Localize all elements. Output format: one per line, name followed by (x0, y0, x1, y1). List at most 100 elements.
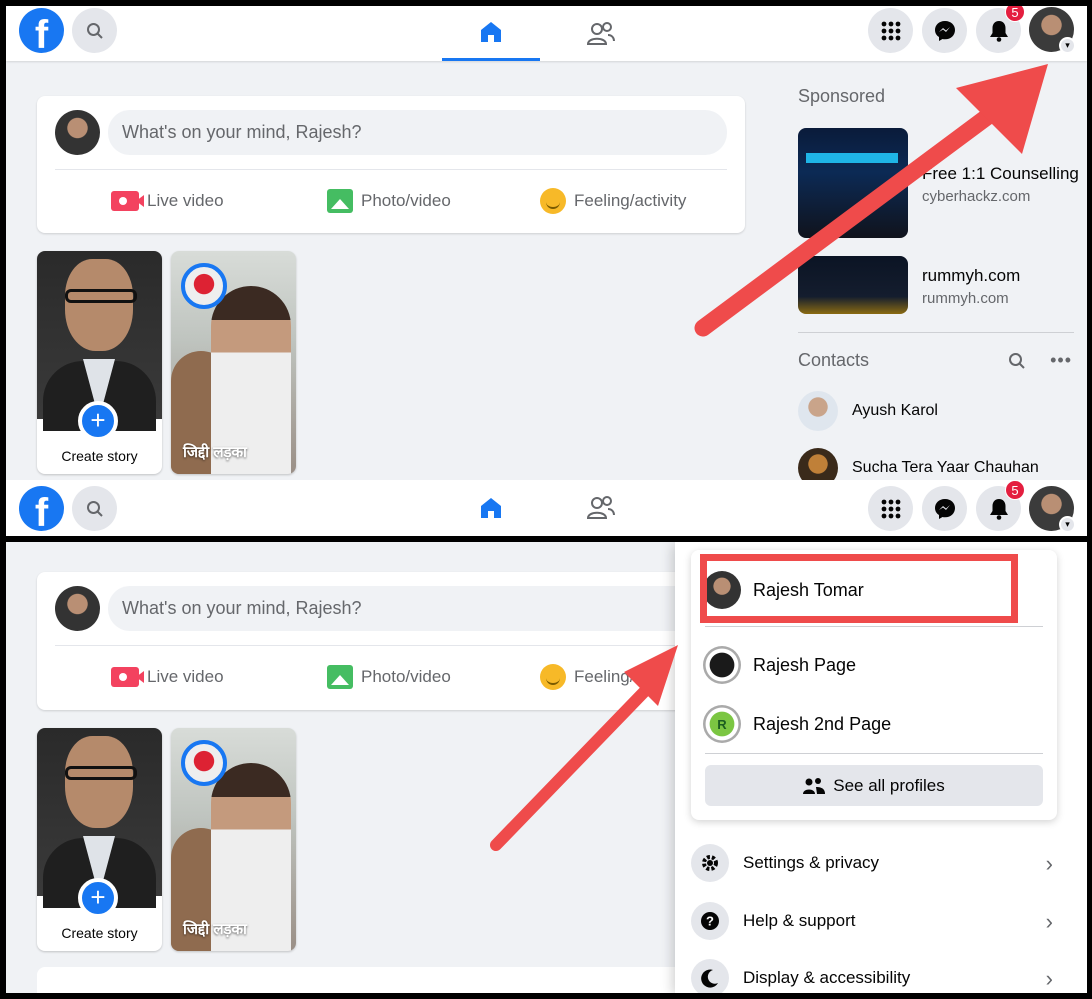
feed-post-card (37, 967, 745, 993)
chevron-right-icon: › (1045, 966, 1053, 991)
messenger-button[interactable] (922, 486, 967, 531)
svg-text:?: ? (706, 914, 714, 929)
tab-friends[interactable] (552, 6, 650, 61)
bell-icon (989, 20, 1008, 42)
photo-video-button[interactable]: Photo/video (327, 186, 451, 216)
story-avatar (181, 263, 227, 309)
page-name: Rajesh Page (753, 654, 857, 675)
contact-item[interactable]: Ayush Karol (798, 391, 938, 431)
status-input[interactable]: What's on your mind, Rajesh? (108, 110, 727, 155)
plus-icon[interactable]: + (78, 401, 118, 441)
feeling-activity-label: Feeling/activity (574, 191, 687, 210)
photo-video-label: Photo/video (361, 191, 451, 210)
account-avatar-button[interactable]: ▾ (1029, 486, 1076, 533)
create-story-card[interactable]: + Create story (37, 251, 162, 474)
moon-icon (691, 959, 729, 993)
chevron-down-icon: ▾ (1059, 516, 1076, 533)
help-support-item[interactable]: ? Help & support › (691, 899, 1057, 943)
see-all-profiles-button[interactable]: See all profiles (705, 765, 1043, 806)
friends-icon (587, 495, 615, 519)
live-video-icon (111, 667, 144, 687)
facebook-logo[interactable]: f (19, 8, 64, 53)
home-icon (481, 497, 501, 518)
avatar[interactable] (55, 586, 100, 631)
search-button[interactable] (72, 486, 117, 531)
friend-story-card[interactable]: जिद्दी लड़का (171, 251, 296, 474)
live-video-icon (111, 191, 144, 211)
feed-screenshot-bottom: What's on your mind, Rajesh? Live video … (6, 542, 1087, 993)
bell-icon (989, 498, 1008, 520)
search-icon (86, 500, 103, 517)
live-video-label: Live video (147, 667, 224, 686)
settings-privacy-label: Settings & privacy (743, 853, 880, 872)
tab-home[interactable] (442, 6, 540, 61)
gear-icon (691, 844, 729, 882)
display-accessibility-label: Display & accessibility (743, 968, 911, 987)
divider (705, 753, 1043, 754)
story-photo (37, 728, 162, 908)
plus-icon[interactable]: + (78, 878, 118, 918)
chevron-right-icon: › (1045, 909, 1053, 934)
ad-title: Free 1:1 Counselling (922, 164, 1079, 183)
more-options-icon[interactable]: ••• (1050, 350, 1072, 371)
divider (55, 169, 727, 170)
search-icon[interactable] (1008, 352, 1026, 370)
contact-name: Ayush Karol (852, 402, 938, 419)
page-avatar: R (703, 705, 741, 743)
story-avatar (181, 740, 227, 786)
notifications-button[interactable]: 5 (976, 6, 1025, 53)
annotation-highlight-box (700, 554, 1018, 623)
notification-badge: 5 (1005, 480, 1025, 500)
display-accessibility-item[interactable]: Display & accessibility › (691, 956, 1057, 993)
ad-url: rummyh.com (922, 290, 1009, 307)
divider (55, 645, 727, 646)
contact-item[interactable]: Sucha Tera Yaar Chauhan (798, 448, 1039, 480)
home-icon (481, 22, 501, 42)
avatar[interactable] (55, 110, 100, 155)
search-button[interactable] (72, 8, 117, 53)
post-composer: What's on your mind, Rajesh? Live video … (37, 572, 745, 710)
contacts-heading: Contacts (798, 350, 870, 370)
ad-url: cyberhackz.com (922, 188, 1031, 205)
divider (798, 332, 1074, 333)
settings-privacy-item[interactable]: Settings & privacy › (691, 841, 1057, 885)
right-sidebar: Sponsored Free 1:1 Counselling cyberhack… (798, 86, 1079, 480)
messenger-icon (934, 498, 955, 519)
tab-friends[interactable] (552, 480, 650, 535)
top-nav-bar: f 5 ▾ (6, 6, 1087, 61)
contacts-header: Contacts ••• (798, 350, 1074, 374)
account-menu: Rajesh Tomar Rajesh Page R Rajesh 2nd Pa… (675, 542, 1087, 993)
live-video-button[interactable]: Live video (111, 662, 224, 692)
profile-switcher: Rajesh Tomar Rajesh Page R Rajesh 2nd Pa… (691, 550, 1057, 820)
chevron-right-icon: › (1045, 851, 1053, 876)
profile-rajesh-2nd-page[interactable]: R Rajesh 2nd Page (703, 701, 891, 747)
feeling-activity-button[interactable]: Feeling/activity (540, 186, 686, 216)
menu-grid-icon (881, 499, 900, 518)
story-author-name: जिद्दी लड़का (183, 921, 247, 938)
messenger-icon (934, 20, 955, 41)
create-story-card[interactable]: + Create story (37, 728, 162, 951)
status-input[interactable]: What's on your mind, Rajesh? (108, 586, 727, 631)
profile-rajesh-page[interactable]: Rajesh Page (703, 642, 856, 688)
photo-video-button[interactable]: Photo/video (327, 662, 451, 692)
live-video-button[interactable]: Live video (111, 186, 224, 216)
create-story-label: Create story (61, 448, 138, 464)
facebook-logo[interactable]: f (19, 486, 64, 531)
feeling-activity-label: Feeling/ (574, 667, 635, 686)
story-author-name: जिद्दी लड़का (183, 444, 247, 461)
page-name: Rajesh 2nd Page (753, 713, 892, 734)
divider (705, 626, 1043, 627)
menu-button[interactable] (868, 8, 913, 53)
post-composer: What's on your mind, Rajesh? Live video … (37, 96, 745, 233)
avatar (798, 391, 838, 431)
photo-video-label: Photo/video (361, 667, 451, 686)
help-support-label: Help & support (743, 911, 856, 930)
menu-button[interactable] (868, 486, 913, 531)
friend-story-card[interactable]: जिद्दी लड़का (171, 728, 296, 951)
notifications-button[interactable]: 5 (976, 480, 1025, 531)
messenger-button[interactable] (922, 8, 967, 53)
photo-icon (327, 189, 353, 213)
tab-home[interactable] (442, 480, 540, 535)
account-avatar-button[interactable]: ▾ (1029, 7, 1076, 54)
profiles-icon (803, 777, 826, 794)
